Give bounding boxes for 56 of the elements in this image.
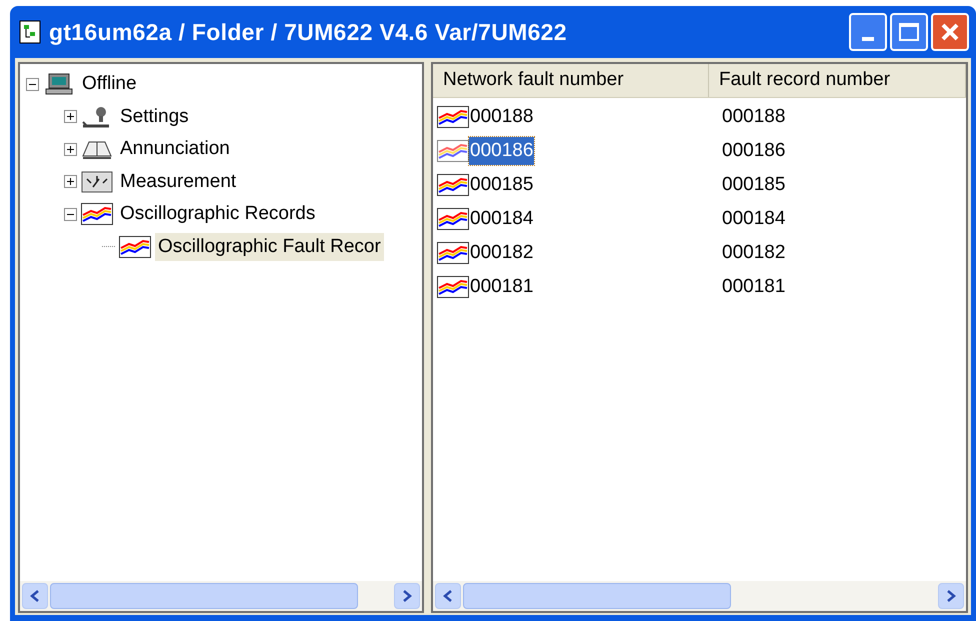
window-title: gt16um62a / Folder / 7UM622 V4.6 Var/7UM622 [49, 18, 567, 47]
table-cell[interactable]: 000182 [469, 238, 534, 268]
chevron-left-icon [30, 590, 40, 602]
horizontal-scrollbar[interactable] [20, 581, 422, 611]
chart-icon [437, 242, 469, 264]
table-cell-text: 000182 [721, 240, 786, 265]
maximize-button[interactable] [890, 13, 928, 51]
table-cell[interactable]: 000181 [469, 272, 534, 302]
expand-toggle[interactable] [64, 110, 77, 124]
table-cell-text: 000185 [721, 172, 786, 197]
scroll-left-button[interactable] [22, 583, 48, 609]
chevron-right-icon [402, 590, 412, 602]
app-icon [19, 20, 41, 44]
plus-icon [66, 112, 75, 122]
tree-item[interactable]: Settings [117, 102, 192, 131]
table-cell-text: 000181 [721, 274, 786, 299]
chevron-right-icon [946, 590, 956, 602]
expand-toggle[interactable] [64, 175, 77, 188]
computer-icon [43, 73, 75, 96]
table-cell[interactable]: 000185 [469, 170, 534, 200]
scroll-right-button[interactable] [938, 583, 964, 609]
table-cell-text: 000184 [721, 206, 786, 231]
table-cell-text: 000188 [721, 104, 786, 129]
tree-item[interactable]: Annunciation [117, 135, 233, 164]
chart-icon [119, 236, 151, 258]
collapse-toggle[interactable] [64, 208, 77, 221]
chart-icon [437, 140, 469, 162]
gauge-icon [81, 170, 113, 193]
minimize-button[interactable] [849, 13, 887, 51]
tree-item[interactable]: Measurement [117, 168, 240, 196]
tree-item[interactable]: Oscillographic Records [117, 200, 318, 228]
collapse-toggle[interactable] [26, 78, 39, 91]
horizontal-scrollbar[interactable] [433, 581, 966, 611]
table-cell[interactable]: 000186 [469, 136, 534, 166]
plus-icon [66, 144, 75, 154]
chevron-left-icon [443, 590, 453, 602]
column-header[interactable]: Fault record number [709, 64, 966, 97]
column-header[interactable]: Network fault number [433, 64, 709, 97]
close-button[interactable] [931, 13, 969, 51]
scroll-right-button[interactable] [394, 583, 420, 609]
plus-icon [66, 177, 75, 186]
scrollbar-thumb[interactable] [50, 583, 358, 609]
table-cell[interactable]: 000188 [469, 102, 534, 132]
chart-icon [437, 208, 469, 230]
table-cell[interactable]: 000184 [469, 204, 534, 234]
chart-icon [81, 203, 113, 226]
scroll-left-button[interactable] [435, 583, 461, 609]
table-cell-text: 000186 [721, 138, 786, 163]
chart-icon [437, 276, 469, 298]
tree-item[interactable]: Offline [79, 70, 140, 98]
close-icon [940, 22, 960, 42]
chart-icon [437, 106, 469, 128]
expand-toggle[interactable] [64, 142, 77, 156]
tree-item[interactable]: Oscillographic Fault Recor [155, 232, 384, 261]
scrollbar-thumb[interactable] [463, 583, 731, 609]
chart-icon [437, 174, 469, 196]
